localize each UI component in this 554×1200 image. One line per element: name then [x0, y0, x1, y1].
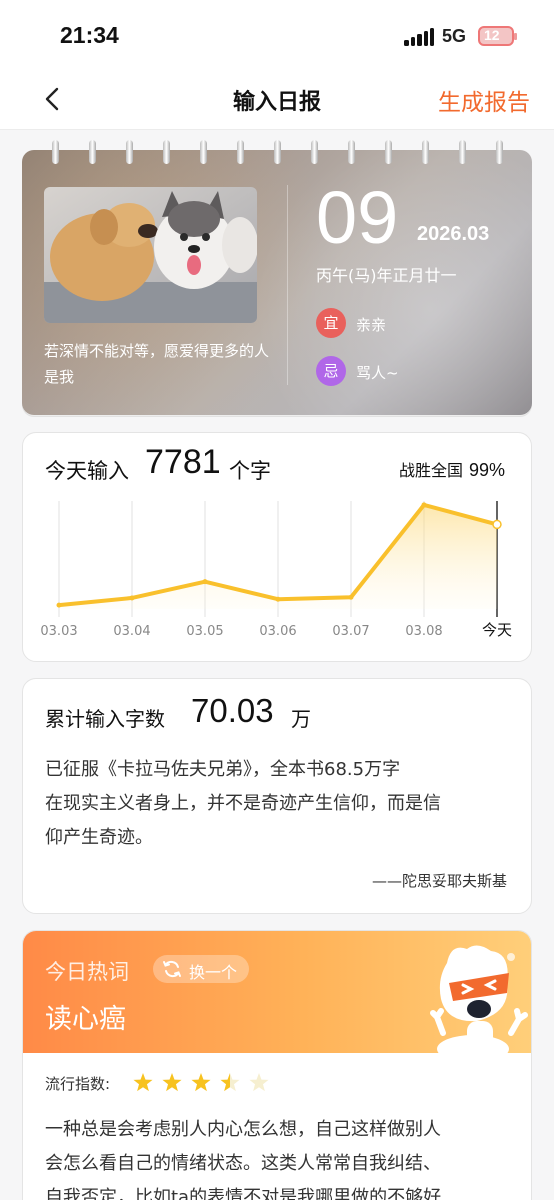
star-icon	[220, 1073, 240, 1092]
cumulative-quote-line-1: 在现实主义者身上，并不是奇迹产生信仰，而是信	[45, 793, 441, 814]
star-icon	[249, 1073, 269, 1092]
quote-author: ——陀思妥耶夫斯基	[371, 872, 507, 890]
bad-text: 骂人~	[356, 364, 399, 382]
cumulative-value: 70.03	[191, 692, 274, 729]
star-icon	[162, 1073, 182, 1092]
data-point-4	[348, 594, 354, 600]
beat-value: 99%	[468, 460, 505, 480]
cumulative-card: 累计输入字数 70.03 万 已征服《卡拉马佐夫兄弟》，全本书68.5万字 在现…	[22, 678, 532, 914]
cumulative-quote-line-2: 仰产生奇迹。	[45, 827, 153, 848]
calendar-year-month: 2026.03	[417, 223, 490, 245]
data-point-3	[275, 596, 281, 602]
popularity-stars	[133, 1073, 269, 1092]
hot-word-description: 一种总是会考虑别人内心怎么想，自己这样做别人 会怎么看自己的情绪状态。这类人常常…	[45, 1113, 515, 1200]
x-tick-label: 03.03	[40, 624, 77, 639]
swap-button[interactable]: 换一个	[153, 955, 249, 983]
popularity-label: 流行指数:	[45, 1075, 111, 1093]
signal-icon	[404, 28, 434, 46]
today-input-unit: 个字	[229, 459, 271, 483]
calendar-divider	[287, 185, 288, 385]
bad-tag: 忌	[316, 356, 346, 386]
data-point-2	[202, 579, 208, 585]
hot-desc-line-2: 会怎么看自己的情绪状态。这类人常常自我纠结、	[45, 1153, 441, 1174]
beat-label: 战胜全国	[398, 461, 463, 480]
hot-desc-line-1: 一种总是会考虑别人内心怎么想，自己这样做别人	[45, 1119, 441, 1140]
hot-word-header: 今日热词 换一个 读心癌	[23, 931, 531, 1053]
cumulative-label: 累计输入字数	[45, 707, 165, 731]
dog-photo	[44, 187, 257, 323]
calendar-quote: 若深情不能对等，愿爱得更多的人是我	[44, 342, 270, 386]
mascot-dog-icon	[430, 945, 528, 1053]
x-tick-label: 03.07	[332, 624, 369, 639]
today-input-label: 今天输入	[45, 459, 129, 483]
battery-icon: 12	[478, 26, 517, 46]
hot-word-label: 今日热词	[45, 960, 129, 984]
today-input-card: 今天输入 7781 个字 战胜全国 99% 03.03 03.04 03.05 03.0…	[22, 432, 532, 662]
cumulative-unit: 万	[291, 707, 311, 731]
refresh-icon	[163, 961, 181, 977]
cumulative-book-line: 已征服《卡拉马佐夫兄弟》，全本书68.5万字	[45, 759, 401, 780]
calendar-rings	[22, 140, 532, 166]
status-time: 21:34	[60, 22, 119, 48]
today-input-count: 7781	[145, 443, 221, 481]
star-icon	[191, 1073, 211, 1092]
beat-ranking: 战胜全国 99%	[399, 457, 505, 481]
nav-bar: 输入日报 生成报告	[0, 72, 554, 130]
lunar-date: 丙午(马)年正月廿一	[316, 266, 457, 285]
hot-word: 读心癌	[45, 1004, 126, 1035]
swap-label: 换一个	[189, 963, 238, 982]
status-bar: 21:34 5G 12	[0, 0, 554, 72]
good-text: 亲亲	[356, 316, 387, 334]
x-tick-label: 03.05	[186, 624, 223, 639]
x-tick-label: 03.08	[405, 624, 442, 639]
x-tick-label: 今天	[482, 621, 512, 639]
calendar-day: 09	[316, 176, 399, 259]
good-tag: 宜	[316, 308, 346, 338]
data-point-1	[129, 595, 135, 601]
generate-report-button[interactable]: 生成报告	[438, 83, 530, 117]
data-point-6	[492, 519, 502, 530]
calendar-card: 若深情不能对等，愿爱得更多的人是我 09 2026.03 丙午(马)年正月廿一 …	[22, 150, 532, 415]
star-icon	[133, 1073, 153, 1092]
hot-desc-line-3: 自我否定，比如ta的表情不对是我哪里做的不够好	[45, 1187, 442, 1200]
network-type: 5G	[442, 26, 467, 46]
data-point-5	[421, 502, 427, 508]
data-point-0	[56, 602, 62, 608]
x-tick-label: 03.04	[113, 624, 150, 639]
input-trend-chart: 03.03 03.04 03.05 03.06 03.07 03.08 今天	[40, 501, 512, 639]
battery-level: 12	[484, 27, 500, 43]
x-tick-label: 03.06	[259, 624, 296, 639]
hot-word-card: 今日热词 换一个 读心癌 流行指数: 一种总是会考虑别人内心怎么想，自己这样做别…	[22, 930, 532, 1200]
